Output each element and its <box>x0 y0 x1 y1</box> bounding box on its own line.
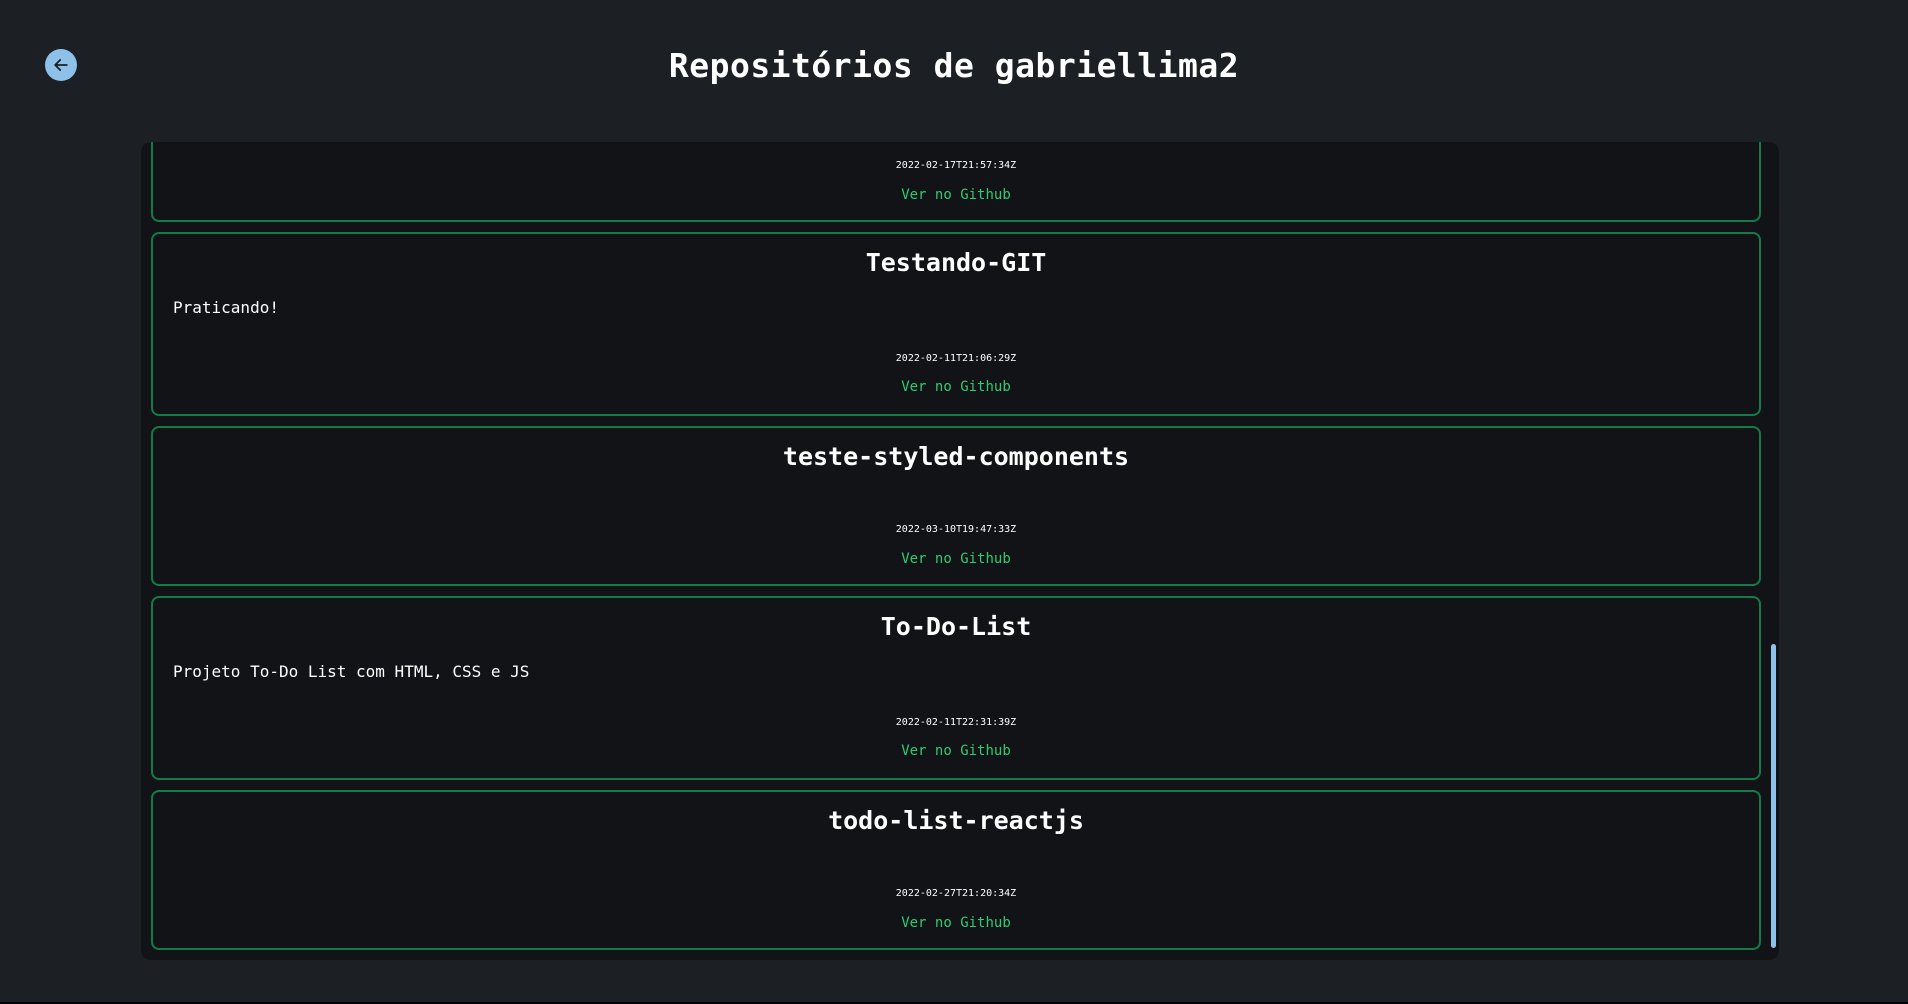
repo-card: teste-styled-components 2022-03-10T19:47… <box>151 426 1761 586</box>
repo-updated-date: 2022-02-11T21:06:29Z <box>895 353 1017 364</box>
repo-updated-date: 2022-02-17T21:57:34Z <box>895 160 1017 171</box>
github-link[interactable]: Ver no Github <box>153 551 1759 567</box>
repo-updated-date: 2022-02-27T21:20:34Z <box>895 888 1017 899</box>
repo-name: todo-list-reactjs <box>828 806 1084 835</box>
github-link[interactable]: Ver no Github <box>153 915 1759 931</box>
github-link[interactable]: Ver no Github <box>153 187 1759 203</box>
scrollbar-thumb[interactable] <box>1771 644 1776 948</box>
repo-name: Testando-GIT <box>865 248 1047 277</box>
repo-name: To-Do-List <box>880 612 1032 641</box>
repo-list-panel[interactable]: 2022-02-17T21:57:34Z Ver no Github Testa… <box>141 142 1779 960</box>
scrollbar[interactable] <box>1769 142 1779 960</box>
github-link[interactable]: Ver no Github <box>153 743 1759 759</box>
repo-updated-date: 2022-02-11T22:31:39Z <box>895 717 1017 728</box>
repo-updated-date: 2022-03-10T19:47:33Z <box>895 524 1017 535</box>
repo-description: Projeto To-Do List com HTML, CSS e JS <box>173 662 530 681</box>
repo-name: teste-styled-components <box>782 442 1130 471</box>
repo-card: Testando-GIT Praticando! 2022-02-11T21:0… <box>151 232 1761 416</box>
github-link[interactable]: Ver no Github <box>153 379 1759 395</box>
repo-card: To-Do-List Projeto To-Do List com HTML, … <box>151 596 1761 780</box>
repo-card: todo-list-reactjs 2022-02-27T21:20:34Z V… <box>151 790 1761 950</box>
page-title: Repositórios de gabriellima2 <box>668 46 1240 85</box>
repo-description: Praticando! <box>173 298 279 317</box>
repo-card: 2022-02-17T21:57:34Z Ver no Github <box>151 142 1761 222</box>
